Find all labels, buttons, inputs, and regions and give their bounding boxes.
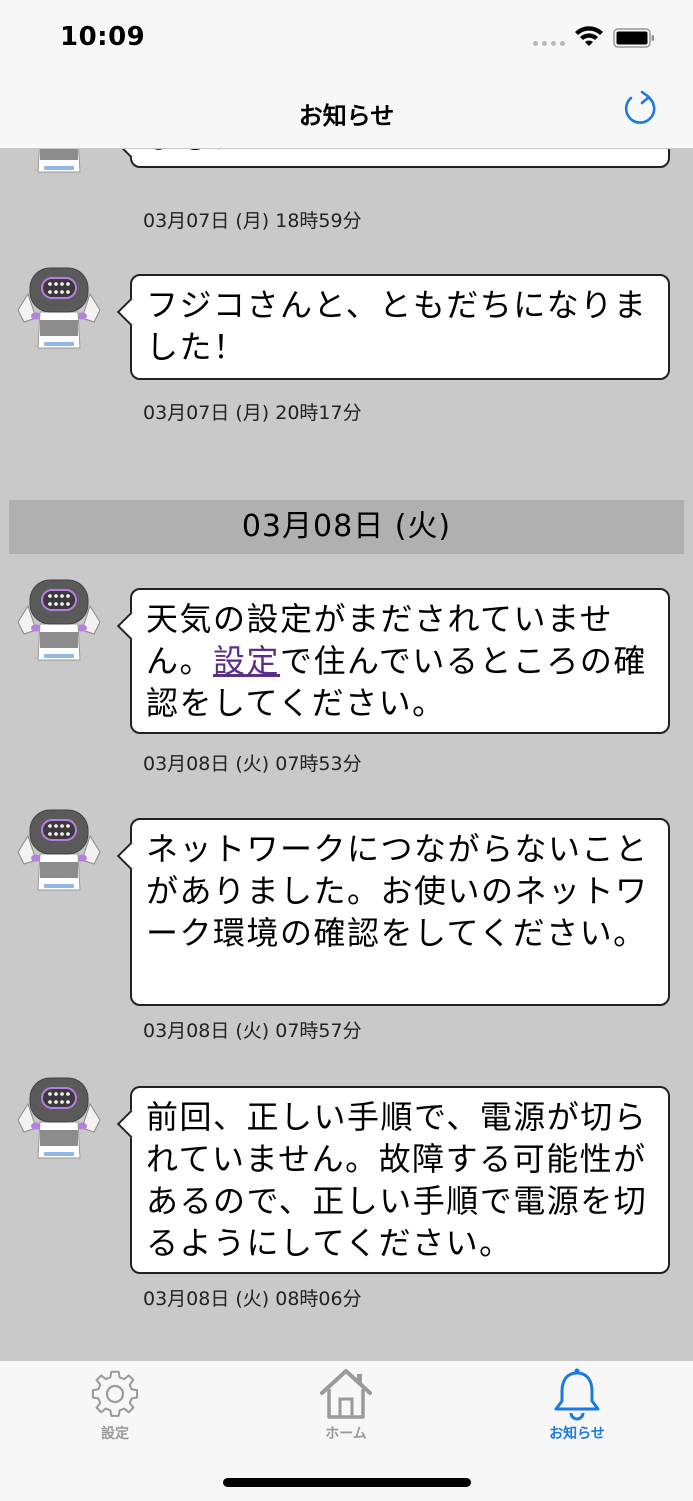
robot-avatar-icon bbox=[17, 148, 101, 173]
message-bubble: ました！ bbox=[130, 148, 670, 168]
navigation-bar: お知らせ bbox=[0, 78, 693, 149]
message-timestamp: 03月08日 (火) 08時06分 bbox=[143, 1288, 362, 1310]
home-indicator[interactable] bbox=[223, 1478, 471, 1487]
notification-list[interactable]: ました！ 03月07日 (月) 18時59分 フジコさんと、ともだちになりました… bbox=[0, 148, 693, 1360]
page-title: お知らせ bbox=[298, 102, 395, 130]
robot-avatar-icon bbox=[17, 1077, 101, 1159]
gear-icon bbox=[91, 1370, 139, 1417]
date-section-header: 03月08日 (火) bbox=[9, 500, 684, 554]
message-text: ました！ bbox=[146, 148, 280, 156]
settings-link[interactable]: 設定 bbox=[213, 642, 280, 680]
tab-settings[interactable]: 設定 bbox=[55, 1367, 175, 1443]
tab-notifications[interactable]: お知らせ bbox=[517, 1367, 637, 1443]
battery-icon bbox=[613, 28, 654, 48]
message-text: フジコさんと、ともだちになりました！ bbox=[146, 286, 648, 366]
robot-avatar-icon bbox=[17, 267, 101, 349]
tab-label: 設定 bbox=[101, 1426, 129, 1442]
tab-label: お知らせ bbox=[549, 1426, 605, 1442]
message-bubble: 天気の設定がまだされていません。設定で住んでいるところの確認をしてください。 bbox=[130, 588, 670, 734]
home-icon bbox=[320, 1369, 372, 1419]
tab-label: ホーム bbox=[325, 1426, 367, 1442]
wifi-icon bbox=[575, 26, 603, 46]
message-timestamp: 03月07日 (月) 18時59分 bbox=[143, 210, 362, 232]
bell-icon bbox=[554, 1368, 600, 1421]
refresh-icon[interactable] bbox=[620, 88, 660, 128]
robot-avatar-icon bbox=[17, 809, 101, 891]
message-bubble: ネットワークにつながらないことがありました。お使いのネットワーク環境の確認をして… bbox=[130, 818, 670, 1006]
status-bar: 10:09 bbox=[0, 0, 693, 78]
message-timestamp: 03月07日 (月) 20時17分 bbox=[143, 402, 362, 424]
status-time: 10:09 bbox=[60, 22, 146, 52]
cellular-signal-icon bbox=[533, 41, 565, 46]
message-text: 前回、正しい手順で、電源が切られていません。故障する可能性があるので、正しい手順… bbox=[146, 1098, 648, 1262]
message-timestamp: 03月08日 (火) 07時53分 bbox=[143, 753, 362, 775]
tab-home[interactable]: ホーム bbox=[286, 1367, 406, 1443]
message-bubble: フジコさんと、ともだちになりました！ bbox=[130, 274, 670, 380]
message-bubble: 前回、正しい手順で、電源が切られていません。故障する可能性があるので、正しい手順… bbox=[130, 1086, 670, 1274]
robot-avatar-icon bbox=[17, 579, 101, 661]
message-timestamp: 03月08日 (火) 07時57分 bbox=[143, 1020, 362, 1042]
message-text: ネットワークにつながらないことがありました。お使いのネットワーク環境の確認をして… bbox=[146, 830, 649, 952]
